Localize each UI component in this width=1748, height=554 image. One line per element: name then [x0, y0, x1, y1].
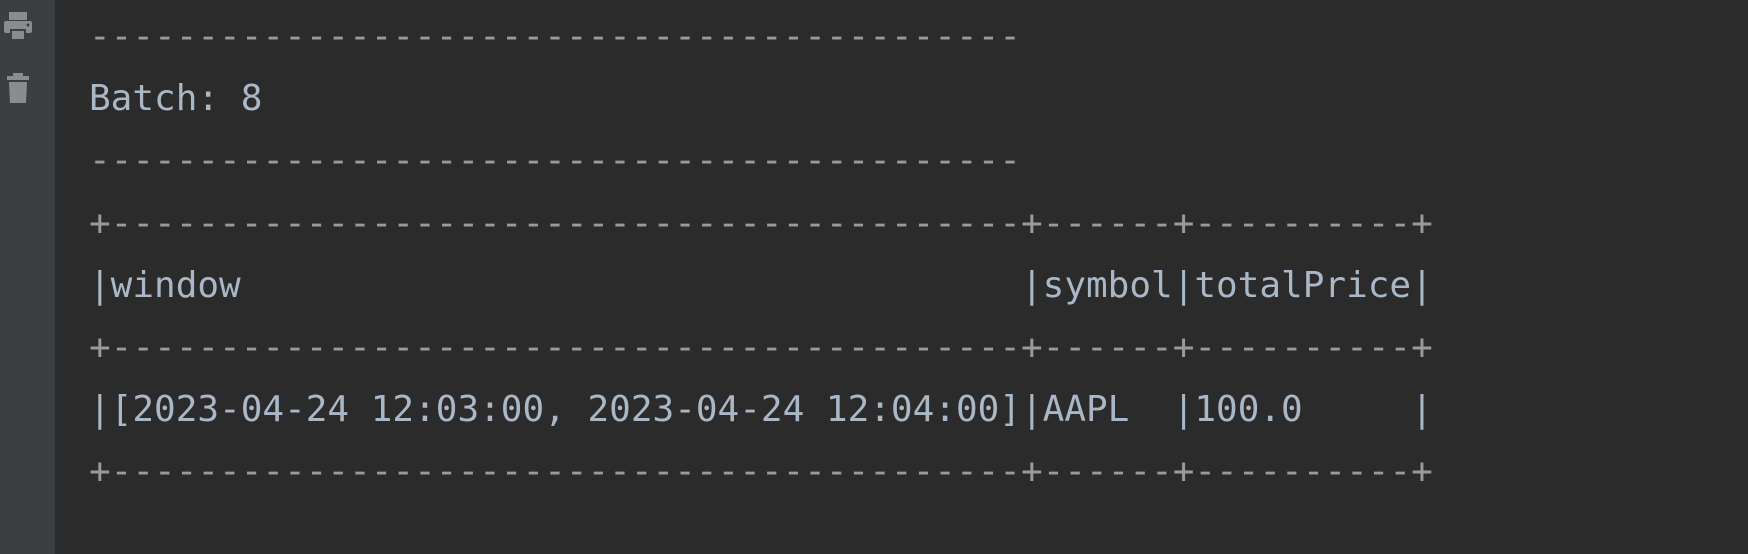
table-row: |[2023-04-24 12:03:00, 2023-04-24 12:04:…	[89, 389, 1433, 431]
batch-label: Batch: 8	[89, 78, 263, 120]
print-icon	[4, 12, 32, 40]
clear-all-button[interactable]	[0, 66, 36, 110]
trash-icon	[7, 73, 29, 103]
console-toolbar	[0, 0, 55, 554]
console-output: ----------------------------------------…	[89, 6, 1748, 504]
separator-line: ----------------------------------------…	[89, 16, 1021, 57]
table-border-top: +---------------------------------------…	[89, 202, 1433, 244]
table-border-bottom: +---------------------------------------…	[89, 451, 1433, 493]
separator-line: ----------------------------------------…	[89, 140, 1021, 182]
print-button[interactable]	[0, 4, 36, 48]
table-border-middle: +---------------------------------------…	[89, 326, 1433, 368]
table-header-row: |window |symbol|totalPrice|	[89, 264, 1433, 306]
